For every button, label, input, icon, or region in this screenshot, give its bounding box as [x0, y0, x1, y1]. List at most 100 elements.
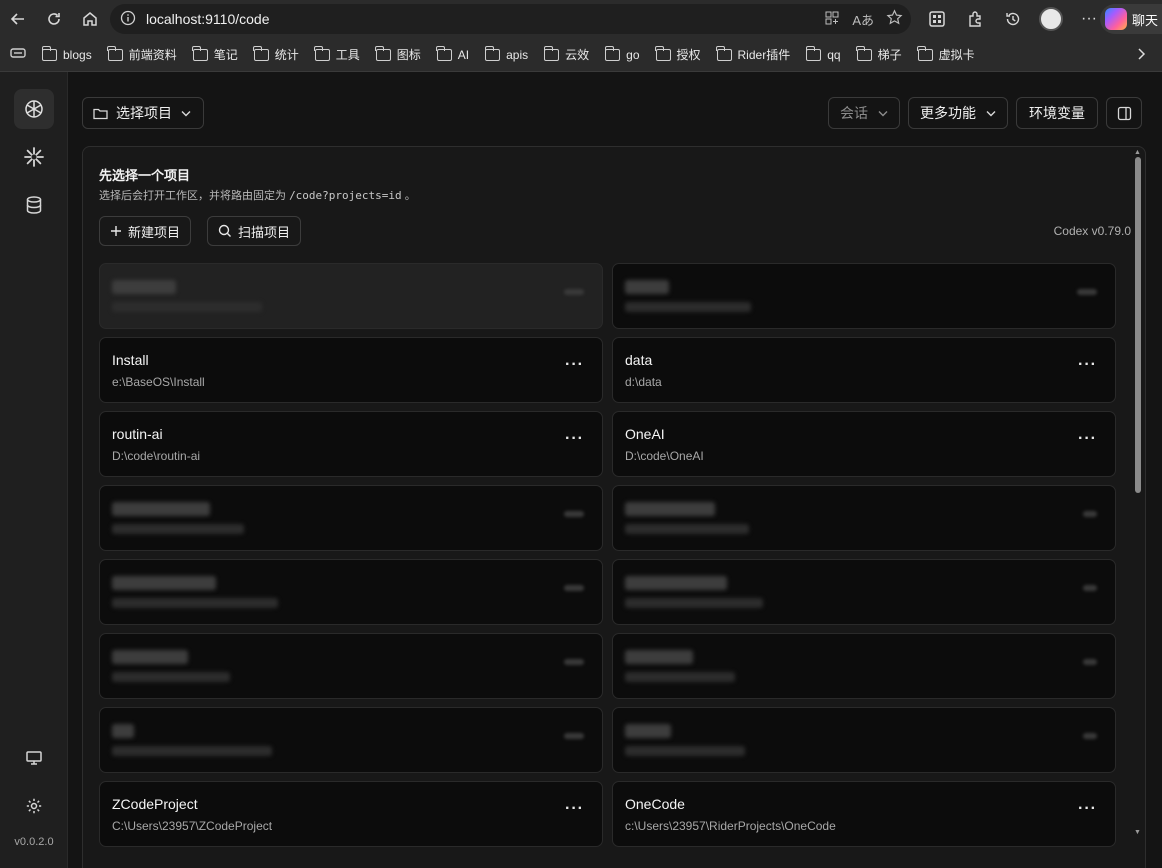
chevron-right-icon[interactable]	[1136, 47, 1146, 63]
redacted-name	[112, 280, 176, 294]
scroll-down-icon[interactable]: ▼	[1134, 829, 1141, 836]
bookmarks-bar: blogs 前端资料 笔记 统计 工具 图标 AI apis 云效 go 授权 …	[0, 38, 1162, 72]
redacted-menu	[1083, 733, 1097, 739]
redacted-path	[112, 598, 278, 608]
reload-icon[interactable]	[36, 4, 72, 34]
openai-logo-icon[interactable]	[14, 89, 54, 129]
bookmark-ladder[interactable]: 梯子	[856, 45, 902, 63]
project-card[interactable]: ZCodeProject C:\Users\23957\ZCodeProject…	[99, 781, 603, 847]
folder-icon	[375, 45, 391, 61]
env-vars-label: 环境变量	[1029, 105, 1085, 121]
project-card-redacted[interactable]	[612, 633, 1116, 699]
site-info-icon[interactable]	[120, 10, 136, 29]
redacted-menu	[564, 659, 584, 665]
sparkle-icon[interactable]	[14, 137, 54, 177]
bookmark-yunxiao[interactable]: 云效	[543, 45, 589, 63]
bookmark-frontend[interactable]: 前端资料	[107, 45, 177, 63]
home-icon[interactable]	[72, 4, 108, 34]
bookmark-apis[interactable]: apis	[484, 45, 528, 62]
project-path: e:\BaseOS\Install	[112, 375, 205, 389]
tab-strip-icon[interactable]	[10, 46, 26, 63]
folder-icon	[93, 107, 108, 120]
session-dropdown[interactable]: 会话	[828, 97, 900, 129]
scroll-thumb[interactable]	[1135, 157, 1141, 493]
bookmark-blogs[interactable]: blogs	[41, 45, 92, 62]
redacted-name	[625, 502, 715, 516]
project-card[interactable]: data d:\data ···	[612, 337, 1116, 403]
chevron-down-icon	[986, 110, 996, 117]
folder-icon	[856, 45, 872, 61]
more-options-icon[interactable]: ···	[1078, 800, 1097, 818]
more-options-icon[interactable]: ···	[1078, 430, 1097, 448]
copilot-label: 聊天	[1132, 12, 1159, 28]
project-card[interactable]: routin-ai D:\code\routin-ai ···	[99, 411, 603, 477]
more-options-icon[interactable]: ···	[565, 430, 584, 448]
project-card-redacted[interactable]	[99, 485, 603, 551]
apps-icon[interactable]	[824, 10, 840, 29]
bookmark-ai[interactable]: AI	[436, 45, 469, 62]
settings-gear-icon[interactable]	[14, 786, 54, 826]
extensions-icon[interactable]	[956, 4, 994, 34]
more-options-icon[interactable]: ···	[565, 356, 584, 374]
bookmark-qq[interactable]: qq	[805, 45, 841, 62]
project-card-redacted[interactable]	[612, 485, 1116, 551]
redacted-path	[625, 598, 763, 608]
project-card-redacted[interactable]	[99, 707, 603, 773]
redacted-path	[112, 746, 272, 756]
qr-code-icon[interactable]	[918, 4, 956, 34]
project-card-redacted[interactable]	[612, 263, 1116, 329]
project-card[interactable]: OneAI D:\code\OneAI ···	[612, 411, 1116, 477]
favorite-star-icon[interactable]	[886, 9, 903, 29]
database-icon[interactable]	[14, 185, 54, 225]
folder-icon	[543, 45, 560, 61]
bookmark-notes[interactable]: 笔记	[192, 45, 238, 63]
redacted-name	[625, 576, 727, 590]
scan-project-label: 扫描项目	[238, 224, 291, 240]
redacted-name	[625, 650, 693, 664]
project-card[interactable]: OneCode c:\Users\23957\RiderProjects\One…	[612, 781, 1116, 847]
scrollbar[interactable]: ▲ ▼	[1134, 149, 1141, 868]
redacted-menu	[564, 733, 584, 739]
redacted-menu	[564, 585, 584, 591]
bookmark-go[interactable]: go	[604, 45, 640, 62]
redacted-name	[625, 724, 671, 738]
bookmark-stats[interactable]: 统计	[253, 45, 299, 63]
redacted-name	[112, 576, 216, 590]
more-features-dropdown[interactable]: 更多功能	[908, 97, 1008, 129]
project-card-redacted[interactable]	[99, 559, 603, 625]
panel-title: 先选择一个项目	[99, 168, 191, 183]
project-name: routin-ai	[112, 426, 163, 442]
project-card-redacted[interactable]	[612, 707, 1116, 773]
history-icon[interactable]	[994, 4, 1032, 34]
project-card-redacted[interactable]	[99, 633, 603, 699]
monitor-icon[interactable]	[14, 738, 54, 778]
more-options-icon[interactable]: ···	[565, 800, 584, 818]
back-icon[interactable]	[0, 4, 36, 34]
project-select-dropdown[interactable]: 选择项目	[82, 97, 204, 129]
project-card-redacted[interactable]	[99, 263, 603, 329]
redacted-path	[625, 672, 735, 682]
folder-icon	[805, 45, 822, 61]
bookmark-icons[interactable]: 图标	[375, 45, 421, 63]
translate-icon[interactable]: Aあ	[852, 10, 874, 29]
scroll-up-icon[interactable]: ▲	[1134, 149, 1141, 156]
scan-project-button[interactable]: 扫描项目	[207, 216, 302, 246]
address-bar[interactable]: localhost:9110/code Aあ	[110, 4, 911, 34]
copilot-chat-button[interactable]: 聊天	[1100, 4, 1162, 34]
bookmark-rider-plugins[interactable]: Rider插件	[716, 45, 790, 63]
bookmark-license[interactable]: 授权	[655, 45, 701, 63]
project-card-redacted[interactable]	[612, 559, 1116, 625]
sidebar: v0.0.2.0	[0, 72, 68, 868]
redacted-menu	[564, 289, 584, 295]
redacted-path	[625, 302, 751, 312]
project-card[interactable]: Install e:\BaseOS\Install ···	[99, 337, 603, 403]
profile-avatar[interactable]	[1032, 4, 1070, 34]
bookmark-tools[interactable]: 工具	[314, 45, 360, 63]
app-version: v0.0.2.0	[14, 836, 54, 848]
toggle-panel-button[interactable]	[1106, 97, 1142, 129]
more-options-icon[interactable]: ···	[1078, 356, 1097, 374]
folder-icon	[41, 45, 57, 61]
bookmark-virtual-card[interactable]: 虚拟卡	[917, 45, 975, 63]
env-vars-button[interactable]: 环境变量	[1016, 97, 1098, 129]
new-project-button[interactable]: 新建项目	[99, 216, 192, 246]
